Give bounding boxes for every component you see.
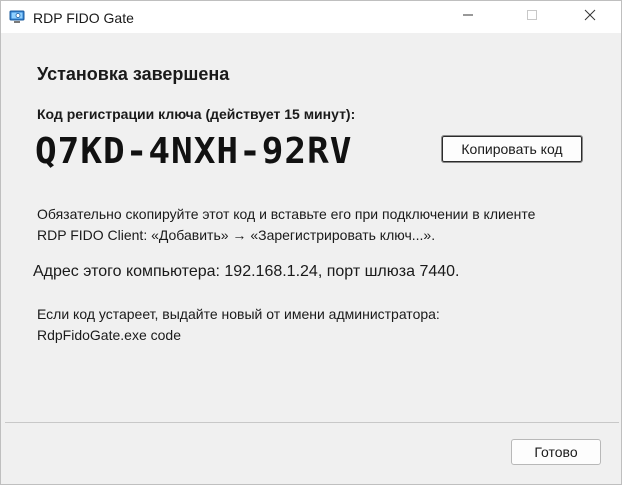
minimize-button[interactable] <box>445 1 491 33</box>
maximize-icon <box>526 8 538 26</box>
page-title: Установка завершена <box>37 64 230 84</box>
computer-address: Адрес этого компьютера: 192.168.1.24, по… <box>33 263 460 280</box>
admin-note: Если код устареет, выдайте новый от имен… <box>37 304 597 346</box>
installer-window: RDP FIDO Gate Установка завершена Код ре… <box>0 0 622 485</box>
instruction-text: Обязательно скопируйте этот код и вставь… <box>37 204 597 246</box>
done-button[interactable]: Готово <box>511 439 601 465</box>
instruction-line: RDP FIDO Client: «Добавить» → «Зарегистр… <box>37 227 436 243</box>
maximize-button[interactable] <box>509 1 555 33</box>
monitor-icon <box>9 10 25 24</box>
instruction-line: Обязательно скопируйте этот код и вставь… <box>37 206 536 222</box>
title-bar[interactable]: RDP FIDO Gate <box>1 1 621 33</box>
close-icon <box>584 8 596 26</box>
copy-code-button[interactable]: Копировать код <box>441 135 583 163</box>
footer: Готово <box>1 423 621 484</box>
registration-code: Q7KD-4NXH-92RV <box>35 131 353 172</box>
content-area: Установка завершена Код регистрации ключ… <box>1 33 621 422</box>
admin-command: RdpFidoGate.exe code <box>37 327 181 343</box>
admin-note-line: Если код устареет, выдайте новый от имен… <box>37 306 440 322</box>
close-button[interactable] <box>567 1 613 33</box>
minimize-icon <box>462 8 474 26</box>
window-title: RDP FIDO Gate <box>33 10 134 26</box>
code-label: Код регистрации ключа (действует 15 мину… <box>37 106 356 122</box>
